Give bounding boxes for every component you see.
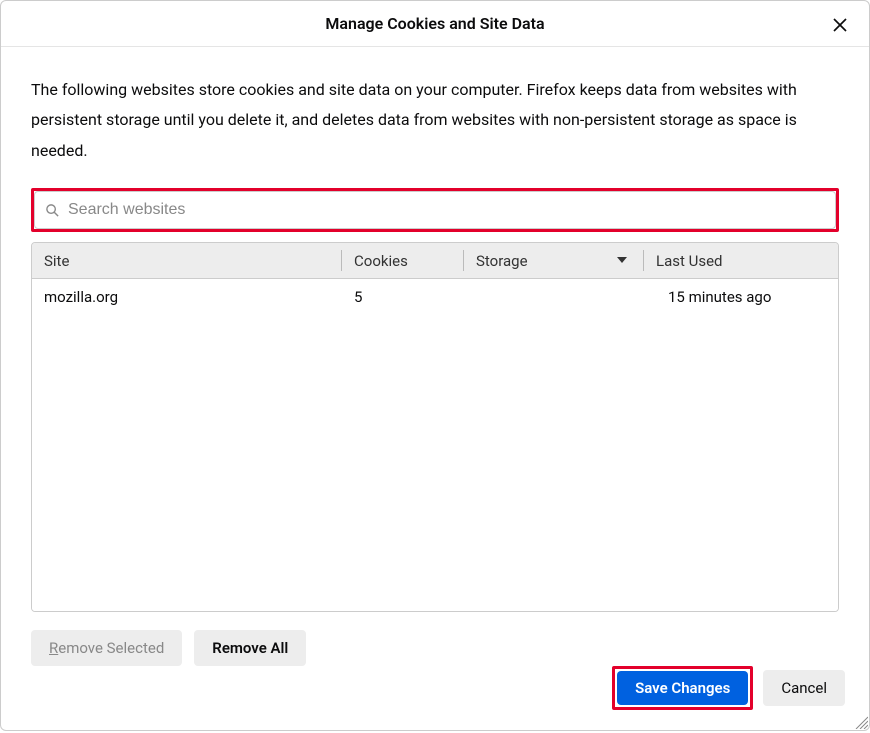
cell-lastused: 15 minutes ago: [644, 288, 838, 306]
dialog-footer: Save Changes Cancel: [1, 666, 869, 730]
col-header-lastused-label: Last Used: [656, 252, 723, 270]
col-header-storage-label: Storage: [476, 252, 528, 270]
dialog-header: Manage Cookies and Site Data: [1, 1, 869, 47]
search-icon: [45, 203, 60, 218]
col-header-site-label: Site: [44, 252, 69, 270]
table-body: mozilla.org 5 15 minutes ago: [32, 279, 838, 611]
col-header-storage[interactable]: Storage: [464, 243, 644, 278]
remove-all-label: emove All: [222, 639, 289, 657]
cancel-button[interactable]: Cancel: [763, 670, 845, 706]
remove-actions: Remove Selected Remove All: [31, 630, 839, 666]
search-field-container[interactable]: [34, 191, 836, 229]
col-header-site[interactable]: Site: [32, 243, 342, 278]
col-header-cookies-label: Cookies: [354, 252, 408, 270]
col-header-cookies[interactable]: Cookies: [342, 243, 464, 278]
cell-cookies: 5: [342, 288, 464, 306]
save-highlight: Save Changes: [612, 666, 753, 710]
close-icon: [832, 17, 848, 36]
remove-selected-label: emove Selected: [58, 639, 164, 657]
chevron-down-icon: [616, 252, 628, 270]
remove-selected-button[interactable]: Remove Selected: [31, 630, 182, 666]
table-header-row: Site Cookies Storage Last Used: [32, 243, 838, 279]
dialog-body: The following websites store cookies and…: [1, 47, 869, 666]
search-input[interactable]: [68, 192, 825, 228]
table-row[interactable]: mozilla.org 5 15 minutes ago: [32, 279, 838, 315]
remove-all-button[interactable]: Remove All: [194, 630, 306, 666]
dialog-title: Manage Cookies and Site Data: [325, 14, 544, 33]
close-button[interactable]: [829, 15, 851, 37]
save-changes-button[interactable]: Save Changes: [617, 671, 748, 705]
cookies-dialog: Manage Cookies and Site Data The followi…: [0, 0, 870, 731]
cell-site: mozilla.org: [32, 288, 342, 306]
search-highlight: [31, 188, 839, 232]
col-header-lastused[interactable]: Last Used: [644, 243, 838, 278]
description-text: The following websites store cookies and…: [31, 75, 839, 166]
sites-table: Site Cookies Storage Last Used mozilla.: [31, 242, 839, 612]
